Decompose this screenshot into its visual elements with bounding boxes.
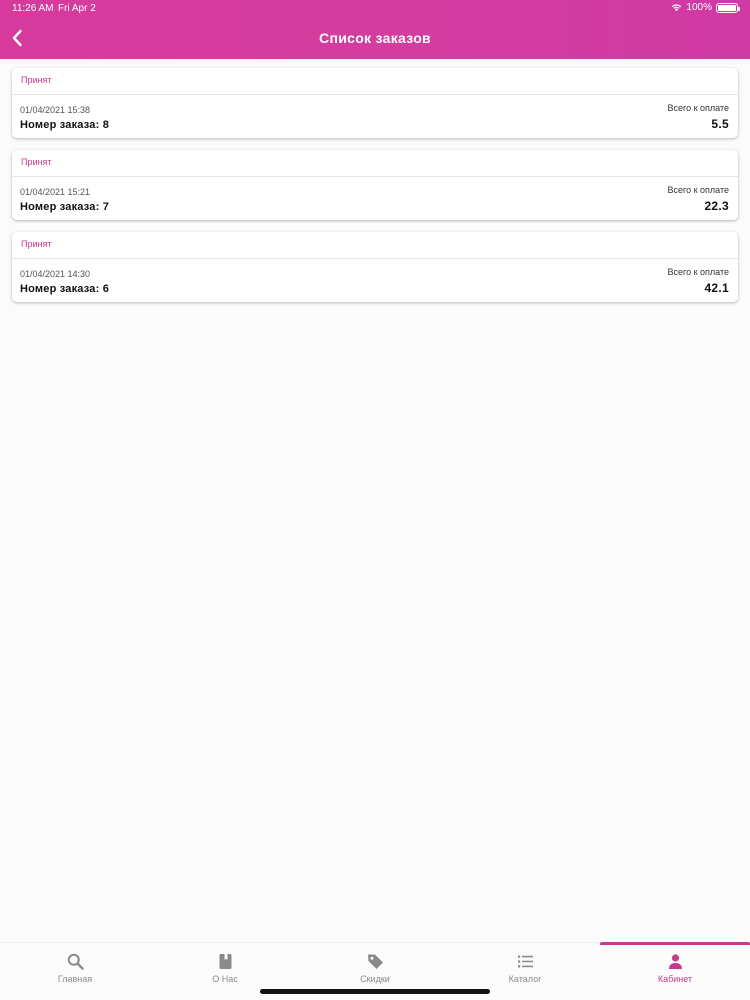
tab-label: Скидки bbox=[360, 974, 390, 984]
order-divider bbox=[12, 258, 738, 259]
order-card[interactable]: Принят 01/04/2021 15:38 Номер заказа: 8 … bbox=[12, 68, 738, 138]
wifi-icon bbox=[672, 4, 682, 12]
page-title: Список заказов bbox=[319, 30, 431, 46]
order-number: Номер заказа: 8 bbox=[20, 119, 110, 131]
battery-percent: 100% bbox=[686, 2, 712, 13]
order-total: 42.1 bbox=[704, 281, 729, 295]
person-icon bbox=[668, 954, 682, 969]
tab-cabinet[interactable]: Кабинет bbox=[600, 942, 750, 1000]
tab-label: Главная bbox=[57, 974, 93, 984]
status-right: 100% bbox=[671, 2, 740, 13]
status-date: Fri Apr 2 bbox=[58, 3, 96, 14]
status-time: 11:26 AM bbox=[12, 3, 54, 14]
status-bar: 11:26 AM Fri Apr 2 100% bbox=[0, 0, 750, 18]
app-header: 11:26 AM Fri Apr 2 100% Список заказов bbox=[0, 0, 750, 59]
order-divider bbox=[12, 176, 738, 177]
order-total-label: Всего к оплате bbox=[667, 103, 729, 113]
order-divider bbox=[12, 94, 738, 95]
list-icon bbox=[517, 955, 533, 968]
home-indicator bbox=[260, 989, 490, 994]
order-total: 22.3 bbox=[704, 199, 729, 213]
order-number: Номер заказа: 6 bbox=[20, 283, 110, 295]
order-total: 5.5 bbox=[711, 117, 729, 131]
tab-label: Каталог bbox=[508, 974, 542, 984]
order-card[interactable]: Принят 01/04/2021 14:30 Номер заказа: 6 … bbox=[12, 232, 738, 302]
order-date: 01/04/2021 14:30 bbox=[20, 269, 91, 279]
order-status: Принят bbox=[21, 157, 52, 167]
order-date: 01/04/2021 15:38 bbox=[20, 105, 91, 115]
order-card[interactable]: Принят 01/04/2021 15:21 Номер заказа: 7 … bbox=[12, 150, 738, 220]
search-icon bbox=[67, 953, 84, 970]
order-status: Принят bbox=[21, 75, 52, 85]
order-date: 01/04/2021 15:21 bbox=[20, 187, 91, 197]
tab-home[interactable]: Главная bbox=[0, 943, 150, 1000]
tag-icon bbox=[367, 954, 383, 969]
order-list: Принят 01/04/2021 15:38 Номер заказа: 8 … bbox=[12, 68, 738, 314]
order-status: Принят bbox=[21, 239, 52, 249]
order-total-label: Всего к оплате bbox=[667, 267, 729, 277]
order-total-label: Всего к оплате bbox=[667, 185, 729, 195]
battery-icon bbox=[716, 2, 740, 13]
tab-label: О Нас bbox=[212, 974, 238, 984]
book-icon bbox=[219, 954, 231, 969]
order-number: Номер заказа: 7 bbox=[20, 201, 110, 213]
tab-label: Кабинет bbox=[657, 974, 693, 984]
